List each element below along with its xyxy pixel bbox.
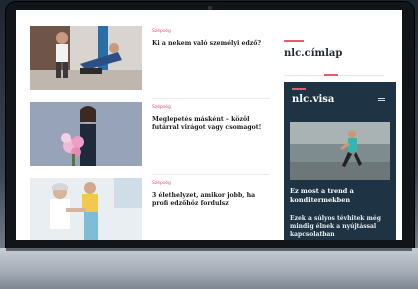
divider [152, 174, 270, 175]
article-thumbnail[interactable] [30, 26, 142, 90]
article-category[interactable]: Szépség [152, 29, 171, 34]
article-category[interactable]: Szépség [152, 181, 171, 186]
sidebar-title[interactable]: nlc.címlap [284, 48, 342, 59]
article-title[interactable]: Ki a nekem való személyi edző? [152, 40, 270, 48]
article-title[interactable]: Meglepetés másként – közöl futárral virá… [152, 116, 270, 132]
promo-title[interactable]: nlc.visa [292, 94, 334, 105]
article-card[interactable]: Szépség Meglepetés másként – közöl futár… [30, 102, 270, 166]
article-thumbnail[interactable] [30, 102, 142, 166]
laptop-hinge [6, 248, 412, 251]
divider [152, 98, 270, 99]
section-accent [324, 74, 338, 76]
laptop-screen: Szépség Ki a nekem való személyi edző? S… [16, 10, 402, 240]
promo-box[interactable]: nlc.visa Ez most a trend a konditermekbe… [284, 82, 396, 240]
article-title[interactable]: 3 élethelyzet, amikor jobb, ha profi edz… [152, 192, 270, 208]
article-thumbnail[interactable] [30, 178, 142, 240]
section-accent [292, 88, 306, 90]
article-card[interactable]: Szépség Ki a nekem való személyi edző? [30, 26, 270, 90]
laptop-base [0, 248, 418, 289]
article-category[interactable]: Szépség [152, 105, 171, 110]
menu-icon[interactable] [378, 98, 385, 103]
promo-subheadline[interactable]: Ezek a súlyos tévhitek még mindig élnek … [290, 215, 390, 239]
promo-image[interactable] [290, 122, 390, 180]
section-accent [284, 40, 304, 42]
promo-headline[interactable]: Ez most a trend a konditermekben [290, 187, 390, 204]
article-card[interactable]: Szépség 3 élethelyzet, amikor jobb, ha p… [30, 178, 270, 240]
